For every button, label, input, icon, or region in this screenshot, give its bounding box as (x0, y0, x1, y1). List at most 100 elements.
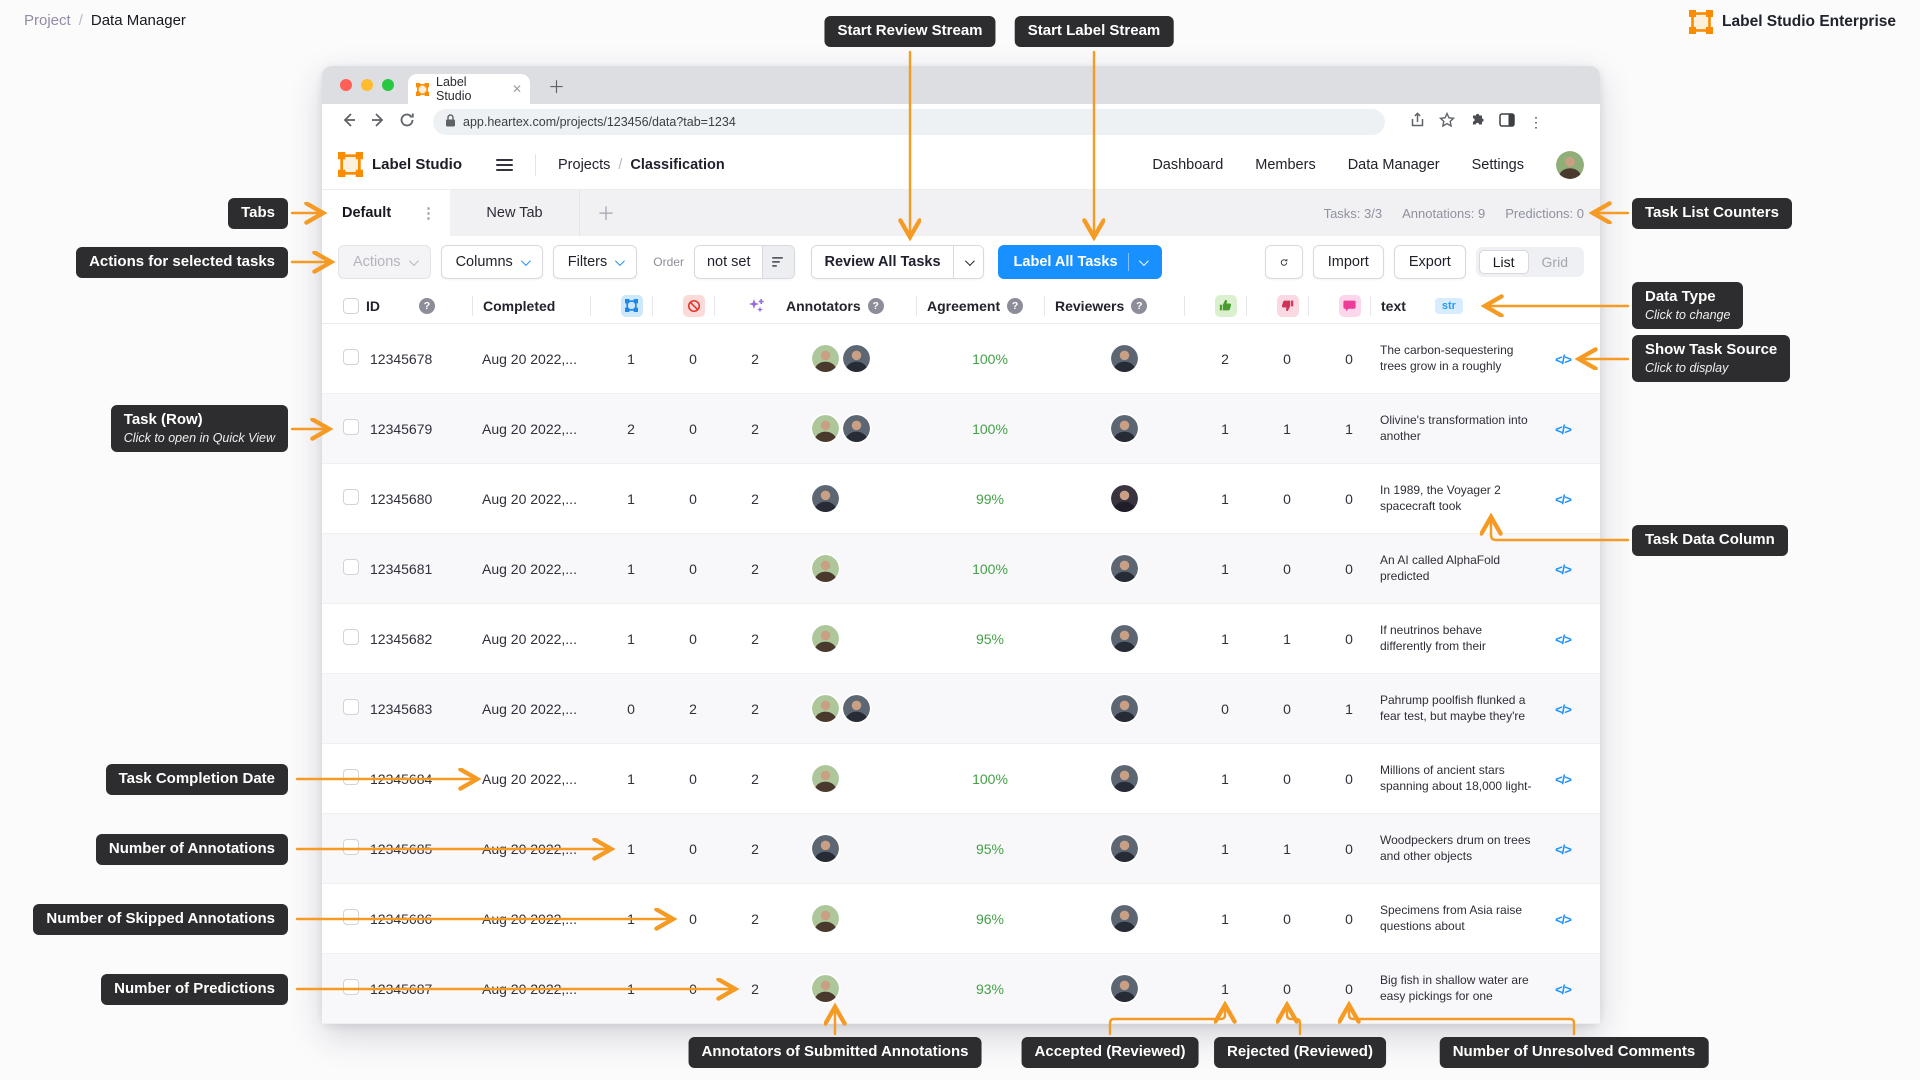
app-logo-text[interactable]: Label Studio (372, 156, 462, 173)
help-icon[interactable]: ? (419, 298, 435, 314)
data-type-badge[interactable]: str (1435, 298, 1463, 314)
row-checkbox[interactable] (343, 699, 359, 715)
show-task-source-icon[interactable]: </> (1555, 772, 1571, 787)
annotator-avatar[interactable] (812, 975, 839, 1002)
show-task-source-icon[interactable]: </> (1555, 562, 1571, 577)
show-task-source-icon[interactable]: </> (1555, 632, 1571, 647)
nav-members[interactable]: Members (1255, 157, 1315, 173)
browser-tab[interactable]: Label Studio ✕ (408, 74, 530, 104)
annotations-count-icon[interactable] (621, 295, 643, 317)
close-window-icon[interactable] (340, 79, 352, 91)
annotator-avatar[interactable] (1111, 975, 1138, 1002)
refresh-button[interactable] (1265, 245, 1303, 279)
close-tab-icon[interactable]: ✕ (512, 82, 522, 96)
row-checkbox[interactable] (343, 559, 359, 575)
row-checkbox[interactable] (343, 349, 359, 365)
review-dropdown-button[interactable] (953, 246, 983, 278)
table-row[interactable]: 12345686Aug 20 2022,...10296%100Specimen… (322, 884, 1600, 954)
show-task-source-icon[interactable]: </> (1555, 352, 1571, 367)
row-checkbox[interactable] (343, 839, 359, 855)
nav-settings[interactable]: Settings (1472, 157, 1524, 173)
back-icon[interactable] (338, 112, 360, 132)
annotator-avatar[interactable] (812, 835, 839, 862)
accepted-thumb-up-icon[interactable] (1215, 295, 1237, 317)
grid-view-button[interactable]: Grid (1529, 250, 1581, 274)
table-row[interactable]: 12345687Aug 20 2022,...10293%100Big fish… (322, 954, 1600, 1024)
list-view-button[interactable]: List (1479, 250, 1529, 274)
app-breadcrumb-projects[interactable]: Projects (558, 157, 610, 173)
sort-order-icon[interactable] (762, 246, 794, 278)
annotator-avatar[interactable] (843, 345, 870, 372)
row-checkbox[interactable] (343, 629, 359, 645)
ordering-control[interactable]: not set (694, 245, 796, 279)
annotator-avatar[interactable] (1111, 485, 1138, 512)
annotator-avatar[interactable] (812, 625, 839, 652)
export-button[interactable]: Export (1394, 245, 1466, 279)
filters-button[interactable]: Filters (553, 245, 637, 279)
address-bar[interactable]: app.heartex.com/projects/123456/data?tab… (433, 109, 1385, 135)
maximize-window-icon[interactable] (382, 79, 394, 91)
annotator-avatar[interactable] (812, 555, 839, 582)
show-task-source-icon[interactable]: </> (1555, 842, 1571, 857)
table-row[interactable]: 12345681Aug 20 2022,...102100%100An AI c… (322, 534, 1600, 604)
forward-icon[interactable] (367, 112, 389, 132)
reload-icon[interactable] (396, 112, 418, 132)
share-icon[interactable] (1410, 112, 1425, 133)
table-row[interactable]: 12345683Aug 20 2022,...022001Pahrump poo… (322, 674, 1600, 744)
col-agreement[interactable]: Agreement (927, 298, 1000, 314)
table-row[interactable]: 12345685Aug 20 2022,...10295%110Woodpeck… (322, 814, 1600, 884)
breadcrumb-project[interactable]: Project (24, 12, 71, 29)
table-row[interactable]: 12345682Aug 20 2022,...10295%110If neutr… (322, 604, 1600, 674)
predictions-sparkles-icon[interactable] (745, 295, 767, 317)
help-icon[interactable]: ? (1007, 298, 1023, 314)
minimize-window-icon[interactable] (361, 79, 373, 91)
new-browser-tab-icon[interactable]: ＋ (548, 73, 565, 98)
select-all-checkbox[interactable] (343, 298, 359, 314)
import-button[interactable]: Import (1313, 245, 1384, 279)
hamburger-menu-icon[interactable] (496, 159, 513, 171)
tab-default[interactable]: Default ⋮ (322, 190, 450, 236)
annotator-avatar[interactable] (812, 485, 839, 512)
show-task-source-icon[interactable]: </> (1555, 492, 1571, 507)
rejected-thumb-down-icon[interactable] (1277, 295, 1299, 317)
row-checkbox[interactable] (343, 909, 359, 925)
annotator-avatar[interactable] (812, 695, 839, 722)
annotator-avatar[interactable] (843, 415, 870, 442)
nav-data-manager[interactable]: Data Manager (1348, 157, 1440, 173)
user-avatar[interactable] (1556, 151, 1584, 179)
annotator-avatar[interactable] (1111, 555, 1138, 582)
show-task-source-icon[interactable]: </> (1555, 982, 1571, 997)
nav-dashboard[interactable]: Dashboard (1152, 157, 1223, 173)
review-all-tasks-button[interactable]: Review All Tasks (812, 246, 952, 278)
col-text[interactable]: text (1381, 298, 1406, 314)
row-checkbox[interactable] (343, 769, 359, 785)
tab-options-kebab-icon[interactable]: ⋮ (421, 204, 436, 222)
col-id[interactable]: ID (366, 298, 380, 314)
annotator-avatar[interactable] (1111, 695, 1138, 722)
app-logo-icon[interactable] (338, 152, 363, 177)
bookmark-star-icon[interactable] (1439, 112, 1455, 133)
sidebar-panel-icon[interactable] (1499, 113, 1515, 132)
annotator-avatar[interactable] (1111, 625, 1138, 652)
table-row[interactable]: 12345680Aug 20 2022,...10299%100In 1989,… (322, 464, 1600, 534)
comments-icon[interactable] (1339, 295, 1361, 317)
annotator-avatar[interactable] (812, 415, 839, 442)
order-value[interactable]: not set (695, 246, 763, 278)
browser-menu-kebab-icon[interactable]: ⋮ (1529, 114, 1543, 131)
show-task-source-icon[interactable]: </> (1555, 912, 1571, 927)
actions-button[interactable]: Actions (338, 245, 431, 279)
annotator-avatar[interactable] (1111, 905, 1138, 932)
col-reviewers[interactable]: Reviewers (1055, 298, 1124, 314)
row-checkbox[interactable] (343, 979, 359, 995)
row-checkbox[interactable] (343, 489, 359, 505)
annotator-avatar[interactable] (1111, 345, 1138, 372)
add-view-tab-icon[interactable]: ＋ (580, 190, 632, 236)
help-icon[interactable]: ? (1131, 298, 1147, 314)
table-row[interactable]: 12345678Aug 20 2022,...102100%200The car… (322, 324, 1600, 394)
annotator-avatar[interactable] (1111, 415, 1138, 442)
show-task-source-icon[interactable]: </> (1555, 422, 1571, 437)
row-checkbox[interactable] (343, 419, 359, 435)
annotator-avatar[interactable] (1111, 835, 1138, 862)
columns-button[interactable]: Columns (441, 245, 543, 279)
col-annotators[interactable]: Annotators (786, 298, 861, 314)
